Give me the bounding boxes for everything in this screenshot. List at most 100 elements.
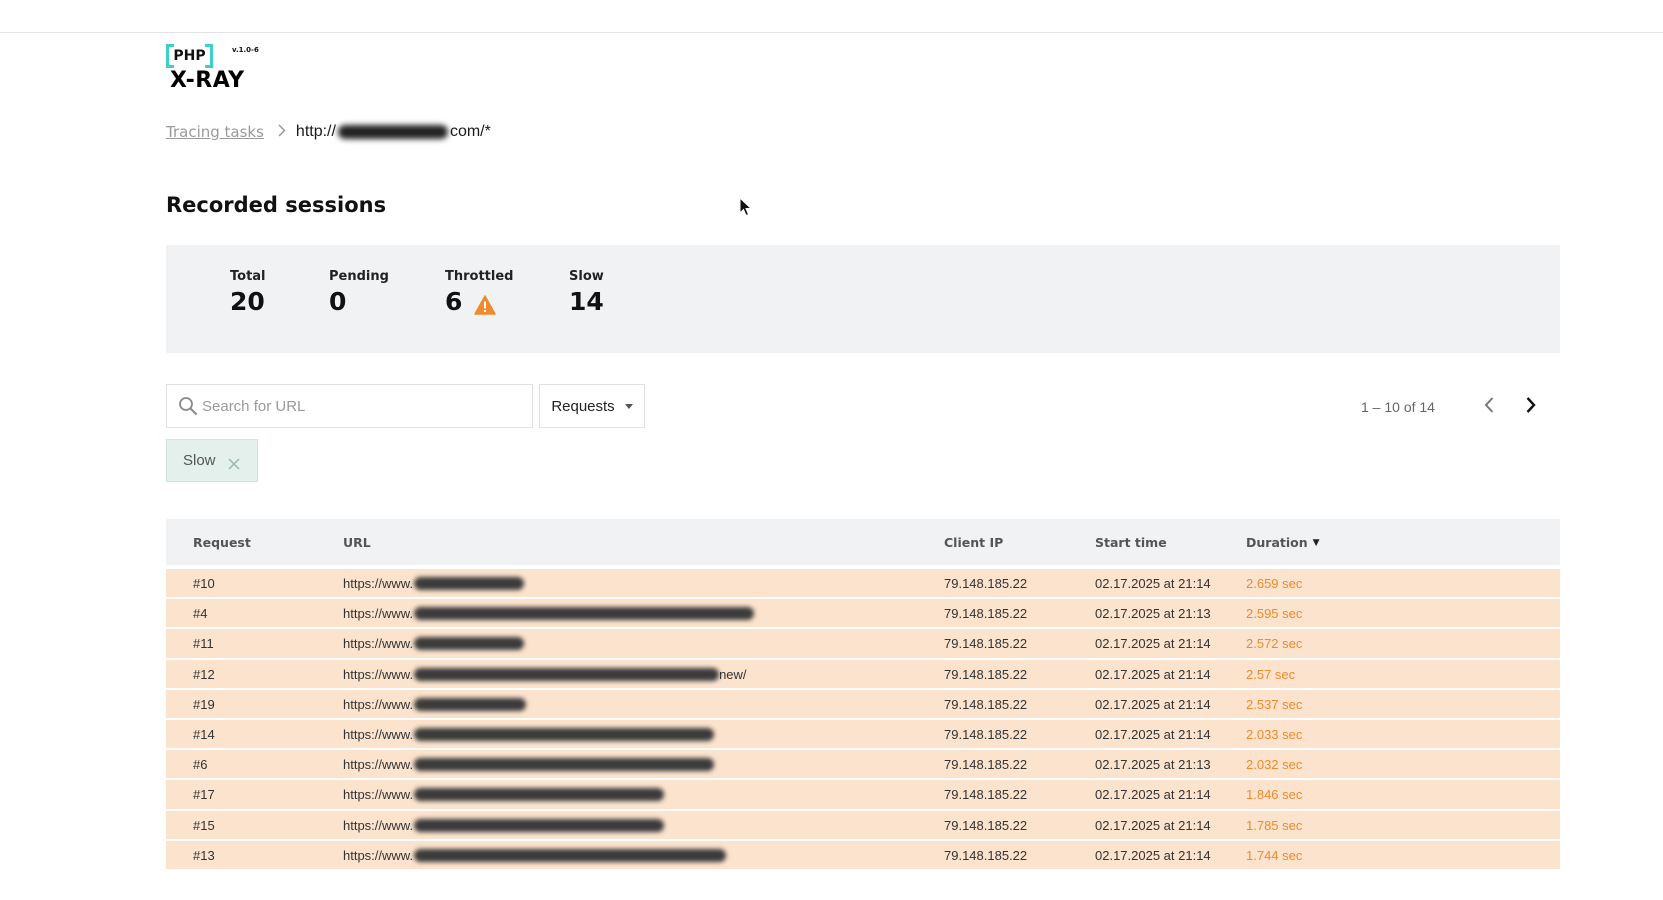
cell-duration: 1.744 sec [1246, 847, 1303, 863]
table-row[interactable]: #6 https://www. 79.148.185.22 02.17.2025… [166, 750, 1560, 779]
cell-client-ip: 79.148.185.22 [944, 606, 1028, 622]
table-row[interactable]: #14 https://www. 79.148.185.22 02.17.202… [166, 719, 1560, 749]
cell-request: #14 [193, 726, 215, 742]
column-header-url-label: URL [343, 535, 371, 550]
cell-start-time: 02.17.2025 at 21:13 [1095, 757, 1211, 773]
breadcrumb-current-task: http:// com/* [296, 123, 491, 141]
cell-duration: 2.032 sec [1246, 757, 1303, 773]
caret-down-icon [624, 403, 633, 409]
cell-start-time: 02.17.2025 at 21:14 [1095, 787, 1211, 803]
table-row[interactable]: #10 https://www. 79.148.185.22 02.17.202… [166, 569, 1560, 598]
stat-throttled-label: Throttled [445, 269, 514, 284]
cell-request: #13 [193, 847, 215, 863]
column-header-client-ip[interactable]: Client IP [944, 535, 1003, 550]
pagination-next-button[interactable] [1520, 396, 1542, 418]
table-header: Request URL Client IP Start time Duratio… [166, 519, 1560, 565]
redacted-url [414, 607, 755, 621]
active-filter-chip: Slow [166, 439, 258, 482]
cell-url-prefix: https://www. [343, 636, 414, 652]
breadcrumb-tracing-tasks-link[interactable]: Tracing tasks [166, 123, 264, 141]
cell-request: #4 [193, 606, 208, 622]
table-row[interactable]: #19 https://www. 79.148.185.22 02.17.202… [166, 689, 1560, 718]
pagination-range: 1 – 10 of 14 [1361, 399, 1435, 415]
column-header-url[interactable]: URL [343, 535, 371, 550]
breadcrumb-current-prefix: http:// [295, 123, 336, 140]
search-url-input[interactable] [202, 397, 512, 415]
breadcrumb: Tracing tasks http:// com/* [166, 123, 491, 141]
close-icon[interactable] [227, 455, 240, 470]
stat-total: Total 20 [230, 269, 266, 316]
cell-url: https://www. [343, 727, 715, 742]
redacted-url [414, 637, 525, 651]
column-header-duration[interactable]: Duration ▼ [1246, 535, 1320, 550]
cell-client-ip: 79.148.185.22 [944, 847, 1028, 863]
stat-total-number: 20 [230, 287, 265, 316]
stat-pending-label: Pending [329, 269, 389, 284]
redacted-domain [337, 124, 448, 139]
cell-url: https://www. [343, 757, 715, 773]
dropdown-selected-label: Requests [551, 397, 615, 415]
breadcrumb-current-suffix: com/* [449, 123, 491, 140]
logo-php-text: PHP [173, 48, 206, 64]
cell-start-time: 02.17.2025 at 21:14 [1095, 576, 1211, 591]
search-icon [178, 396, 198, 416]
table-row[interactable]: #15 https://www. 79.148.185.22 02.17.202… [166, 810, 1560, 839]
cell-url: https://www. new/ [343, 667, 747, 682]
top-bar [0, 0, 1663, 33]
cell-duration: 2.595 sec [1246, 606, 1303, 622]
cell-duration: 1.785 sec [1246, 817, 1303, 833]
cell-duration: 1.846 sec [1246, 787, 1303, 803]
cell-client-ip: 79.148.185.22 [944, 787, 1028, 803]
redacted-url [414, 727, 715, 741]
stat-pending-number: 0 [329, 287, 347, 316]
cell-url-prefix: https://www. [343, 817, 414, 833]
table-row[interactable]: #4 https://www. 79.148.185.22 02.17.2025… [166, 599, 1560, 628]
column-header-duration-label: Duration [1246, 535, 1308, 550]
table-row[interactable]: #13 https://www. 79.148.185.22 02.17.202… [166, 840, 1560, 869]
requests-filter-dropdown[interactable]: Requests [539, 384, 645, 428]
cell-url-prefix: https://www. [343, 606, 414, 622]
pagination-prev-button[interactable] [1478, 396, 1500, 418]
cell-duration: 2.57 sec [1246, 666, 1296, 682]
column-header-client-ip-label: Client IP [944, 535, 1004, 550]
column-header-start-time-label: Start time [1095, 535, 1167, 550]
cell-url-prefix: https://www. [343, 757, 414, 773]
cell-url: https://www. [343, 847, 727, 863]
redacted-url [414, 788, 665, 802]
chevron-right-icon [1525, 396, 1537, 418]
table-body: #10 https://www. 79.148.185.22 02.17.202… [166, 569, 1560, 869]
cell-url-prefix: https://www. [343, 696, 414, 712]
cell-request: #12 [193, 666, 215, 682]
stat-slow-number: 14 [569, 287, 604, 316]
cell-client-ip: 79.148.185.22 [944, 757, 1028, 773]
cell-request: #15 [193, 817, 215, 833]
cell-start-time: 02.17.2025 at 21:14 [1095, 666, 1211, 682]
sessions-table: Request URL Client IP Start time Duratio… [166, 519, 1560, 871]
stat-slow-label: Slow [569, 269, 604, 284]
cell-request: #10 [193, 576, 215, 591]
stat-throttled-number: 6 [445, 287, 463, 316]
sort-desc-icon: ▼ [1312, 537, 1320, 548]
column-header-request-label: Request [193, 535, 251, 550]
cell-url-prefix: https://www. [343, 576, 414, 591]
php-xray-logo[interactable]: PHP v.1.0-6 X-RAY [166, 44, 266, 96]
table-row[interactable]: #12 https://www. new/ 79.148.185.22 02.17… [166, 659, 1560, 688]
active-filter-label: Slow [183, 452, 216, 469]
cell-url-prefix: https://www. [343, 847, 414, 863]
cell-start-time: 02.17.2025 at 21:14 [1095, 726, 1211, 742]
redacted-url [414, 577, 525, 590]
search-box [166, 384, 533, 428]
cell-client-ip: 79.148.185.22 [944, 576, 1028, 591]
table-row[interactable]: #11 https://www. 79.148.185.22 02.17.202… [166, 629, 1560, 658]
cell-client-ip: 79.148.185.22 [944, 696, 1028, 712]
column-header-start-time[interactable]: Start time [1095, 535, 1167, 550]
table-row[interactable]: #17 https://www. 79.148.185.22 02.17.202… [166, 780, 1560, 809]
stat-pending-value: 0 [329, 287, 389, 316]
chevron-left-icon [1483, 396, 1495, 418]
warning-icon [474, 292, 497, 315]
stat-slow: Slow 14 [569, 269, 604, 316]
cell-start-time: 02.17.2025 at 21:14 [1095, 696, 1211, 712]
cell-url: https://www. [343, 636, 525, 652]
column-header-request[interactable]: Request [193, 535, 251, 550]
cell-url: https://www. [343, 817, 665, 833]
